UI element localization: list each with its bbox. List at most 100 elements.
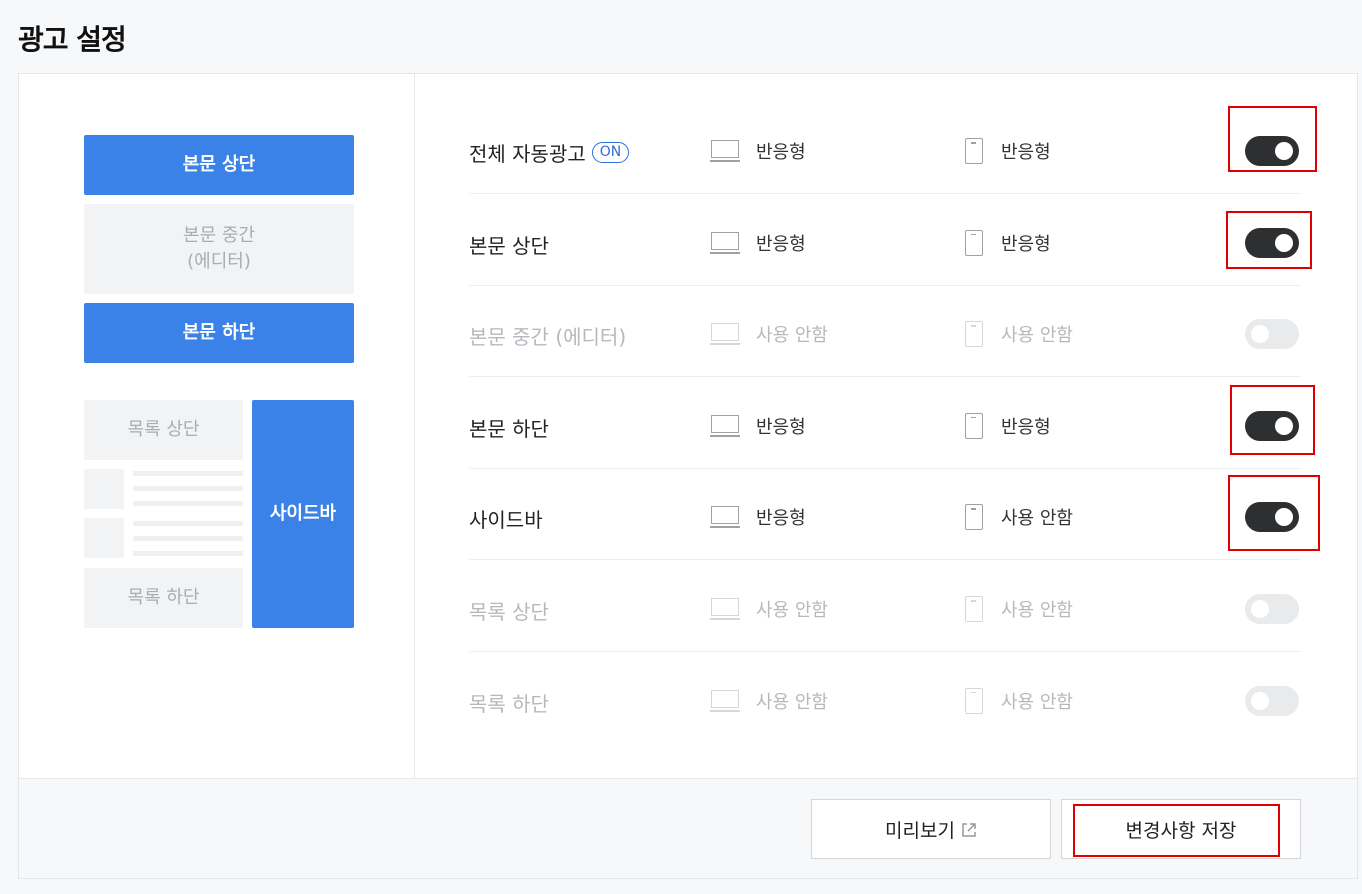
pc-setting-value: 사용 안함	[756, 600, 828, 621]
row-label-text: 목록 상단	[469, 600, 549, 624]
mobile-setting[interactable]: 사용 안함	[965, 596, 1073, 622]
row-label: 본문 상단	[469, 230, 549, 259]
mobile-setting-value: 사용 안함	[1001, 600, 1073, 621]
mobile-setting-value: 반응형	[1001, 416, 1051, 438]
external-link-icon	[961, 821, 977, 837]
mobile-setting[interactable]: 반응형	[965, 412, 1051, 439]
preview-body-middle-label: 본문 중간	[183, 225, 255, 246]
toggle-knob	[1251, 691, 1269, 710]
pc-setting-value: 반응형	[756, 508, 806, 530]
pc-setting[interactable]: 사용 안함	[710, 321, 828, 347]
toggle-knob	[1275, 508, 1293, 527]
pc-setting[interactable]: 반응형	[710, 413, 806, 439]
mobile-setting-value: 반응형	[1001, 233, 1051, 255]
preview-body-middle: 본문 중간 (에디터)	[84, 204, 354, 294]
toggle-switch[interactable]	[1245, 685, 1299, 716]
mobile-setting[interactable]: 반응형	[965, 229, 1051, 256]
monitor-icon	[710, 597, 740, 621]
pc-setting[interactable]: 반응형	[710, 138, 806, 164]
mobile-icon	[965, 504, 983, 531]
mobile-setting[interactable]: 사용 안함	[965, 504, 1073, 531]
preview-list-line	[133, 486, 243, 491]
row-label-text: 목록 하단	[469, 691, 549, 716]
preview-list-thumb	[84, 469, 124, 509]
monitor-icon	[710, 689, 740, 713]
mobile-icon	[965, 229, 983, 256]
on-badge: ON	[591, 142, 630, 163]
ad-settings-panel: 본문 상단 본문 중간 (에디터) 본문 하단 목록 상단 목록 하단 사이드바…	[18, 73, 1358, 879]
mobile-icon	[965, 138, 983, 164]
row-label-text: 본문 상단	[469, 233, 549, 258]
pc-setting-value: 반응형	[756, 416, 806, 438]
toggle-switch[interactable]	[1245, 319, 1299, 350]
ad-setting-row: 본문 중간 (에디터) 사용 안함 사용 안함	[469, 285, 1301, 378]
preview-button-label: 미리보기	[885, 819, 955, 842]
pc-setting-value: 반응형	[756, 142, 806, 163]
mobile-setting[interactable]: 사용 안함	[965, 687, 1073, 714]
row-label-text: 사이드바	[469, 508, 543, 533]
ad-position-preview: 본문 상단 본문 중간 (에디터) 본문 하단 목록 상단 목록 하단 사이드바	[19, 74, 415, 778]
mobile-icon	[965, 596, 983, 622]
ad-setting-row: 사이드바 반응형 사용 안함	[469, 468, 1301, 561]
toggle-switch[interactable]	[1245, 594, 1299, 624]
toggle-knob	[1275, 142, 1293, 160]
toggle-knob	[1275, 416, 1293, 435]
pc-setting-value: 반응형	[756, 233, 806, 255]
footer: 미리보기 변경사항 저장	[19, 778, 1357, 878]
preview-list-line	[133, 471, 243, 476]
mobile-icon	[965, 412, 983, 439]
mobile-icon	[965, 321, 983, 348]
preview-body-top: 본문 상단	[84, 135, 354, 195]
toggle-switch[interactable]	[1245, 227, 1299, 258]
toggle-switch[interactable]	[1245, 410, 1299, 441]
monitor-icon	[710, 231, 740, 255]
mobile-icon	[965, 687, 983, 714]
row-label-text: 본문 하단	[469, 416, 549, 441]
preview-button[interactable]: 미리보기	[811, 799, 1051, 859]
row-label: 사이드바	[469, 504, 543, 533]
toggle-knob	[1275, 233, 1293, 252]
mobile-setting[interactable]: 사용 안함	[965, 321, 1073, 348]
preview-body-middle-sublabel: (에디터)	[187, 251, 251, 272]
mobile-setting-value: 사용 안함	[1001, 508, 1073, 530]
preview-list-bottom: 목록 하단	[84, 568, 243, 628]
toggle-switch[interactable]	[1245, 136, 1299, 166]
monitor-icon	[710, 505, 740, 529]
toggle-switch[interactable]	[1245, 502, 1299, 533]
toggle-knob	[1251, 600, 1269, 618]
pc-setting[interactable]: 반응형	[710, 504, 806, 530]
ad-setting-row: 본문 하단 반응형 반응형	[469, 377, 1301, 469]
row-label: 전체 자동광고 ON	[469, 138, 630, 167]
mobile-setting[interactable]: 반응형	[965, 138, 1051, 164]
preview-list-top: 목록 상단	[84, 400, 243, 460]
mobile-setting-value: 사용 안함	[1001, 691, 1073, 713]
ad-settings-list: 전체 자동광고 ON 반응형 반응형 본문 상단 반응형 반응형 본문 중간 (에디터) 사용 …	[415, 74, 1357, 778]
pc-setting[interactable]: 반응형	[710, 230, 806, 256]
page-title: 광고 설정	[18, 23, 127, 56]
row-label: 본문 하단	[469, 413, 549, 442]
save-changes-button[interactable]: 변경사항 저장	[1061, 799, 1301, 859]
monitor-icon	[710, 414, 740, 438]
ad-setting-row: 전체 자동광고 ON 반응형 반응형	[469, 102, 1301, 194]
pc-setting-value: 사용 안함	[756, 325, 828, 347]
pc-setting[interactable]: 사용 안함	[710, 688, 828, 714]
ad-setting-row: 목록 하단 사용 안함 사용 안함	[469, 652, 1301, 744]
row-label: 목록 상단	[469, 596, 549, 625]
preview-list-line	[133, 536, 243, 541]
ad-setting-row: 본문 상단 반응형 반응형	[469, 194, 1301, 286]
monitor-icon	[710, 322, 740, 346]
preview-list-line	[133, 501, 243, 506]
preview-sidebar: 사이드바	[252, 400, 354, 628]
pc-setting[interactable]: 사용 안함	[710, 596, 828, 622]
preview-list-line	[133, 521, 243, 526]
pc-setting-value: 사용 안함	[756, 691, 828, 713]
preview-body-bottom: 본문 하단	[84, 303, 354, 363]
row-label: 본문 중간 (에디터)	[469, 321, 626, 350]
row-label-text: 전체 자동광고	[469, 142, 586, 166]
mobile-setting-value: 반응형	[1001, 142, 1051, 163]
mobile-setting-value: 사용 안함	[1001, 325, 1073, 347]
preview-list-line	[133, 551, 243, 556]
toggle-knob	[1251, 325, 1269, 344]
row-label: 목록 하단	[469, 688, 549, 717]
ad-setting-row: 목록 상단 사용 안함 사용 안함	[469, 560, 1301, 652]
